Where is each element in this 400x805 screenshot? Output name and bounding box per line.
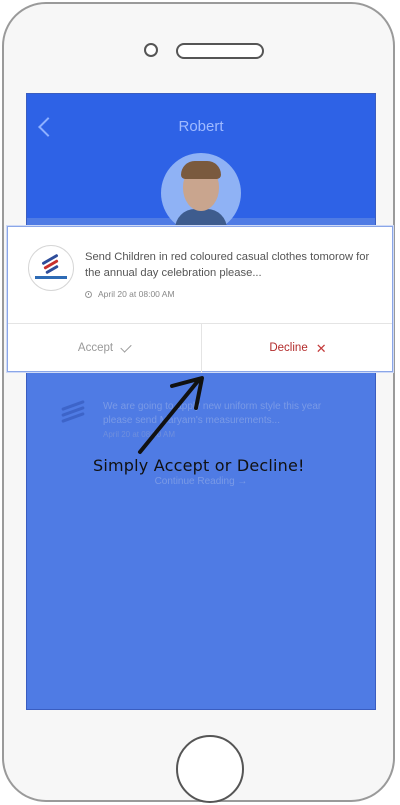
message-date: April 20 at 08:00 AM [103, 430, 176, 439]
continue-reading-link[interactable]: Continue Reading → [27, 476, 375, 487]
message-preview: We are going to apply new uniform style … [103, 401, 322, 426]
app-screen: Robert We are going to apply new uniform… [26, 93, 376, 710]
decline-button[interactable]: Decline ✕ [202, 323, 394, 373]
school-logo-icon [55, 398, 91, 428]
clock-icon [85, 290, 92, 298]
speaker-grille [176, 43, 264, 59]
notification-date: April 20 at 08:00 AM [85, 289, 175, 299]
notification-date-text: April 20 at 08:00 AM [98, 289, 175, 299]
camera-icon [144, 43, 158, 57]
close-icon: ✕ [315, 340, 327, 356]
school-logo-icon [28, 245, 74, 291]
accept-label: Accept [77, 342, 114, 354]
decline-label: Decline [269, 342, 308, 354]
notification-message: Send Children in red coloured casual clo… [85, 251, 370, 279]
accept-button[interactable]: Accept [8, 323, 201, 373]
page-title: Robert [178, 118, 224, 135]
annotation-caption: Simply Accept or Decline! [93, 456, 305, 475]
check-icon [120, 340, 132, 353]
notification-popup: Send Children in red coloured casual clo… [7, 226, 394, 373]
avatar [161, 153, 241, 233]
home-button[interactable] [176, 735, 244, 803]
